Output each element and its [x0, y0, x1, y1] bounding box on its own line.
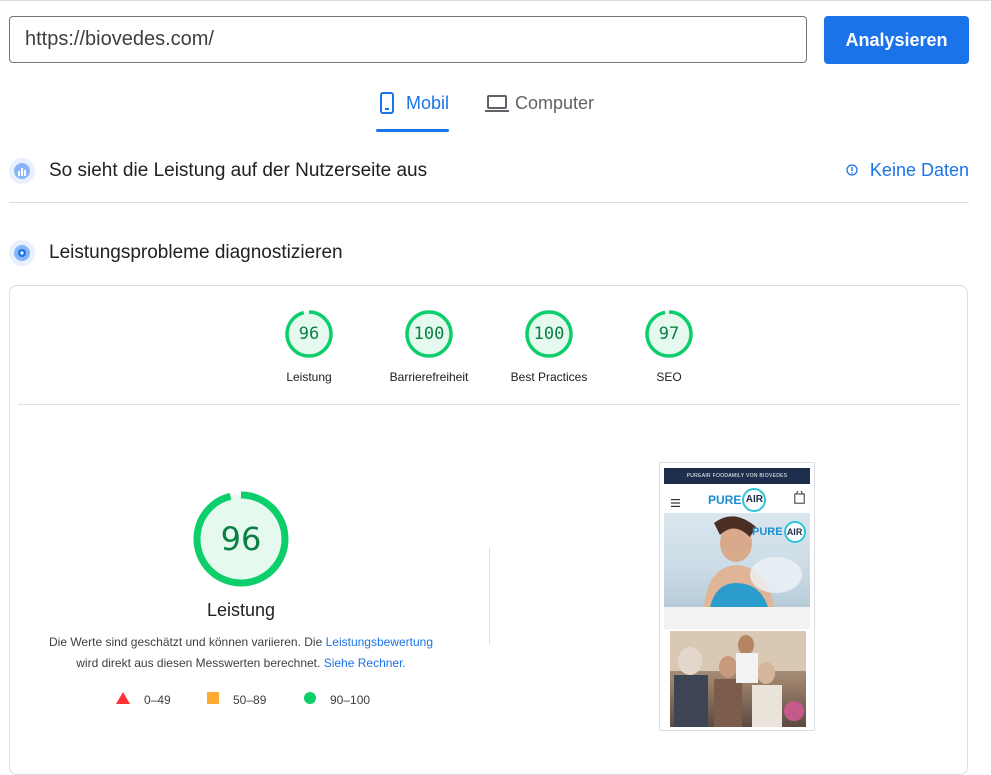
field-data-header: So sieht die Leistung auf der Nutzerseit… — [9, 156, 969, 186]
lab-data-header: Leistungsprobleme diagnostizieren — [9, 238, 969, 268]
performance-description: Die Werte sind geschätzt und können vari… — [36, 632, 446, 674]
legend-pass: 90–100 — [304, 692, 370, 707]
desc-text-1: Die Werte sind geschätzt und können vari… — [48, 635, 323, 649]
gauge-score: 97 — [658, 324, 680, 344]
url-input[interactable] — [9, 16, 807, 63]
gauge-label: Best Practices — [510, 370, 588, 384]
tab-desktop-label: Computer — [515, 93, 595, 113]
triangle-icon — [116, 692, 130, 707]
legend-average: 50–89 — [207, 692, 266, 707]
gauge-ring: 96 — [285, 310, 333, 358]
gauge-ring: 97 — [645, 310, 693, 358]
gauge-ring: 100 — [525, 310, 573, 358]
hamburger-icon — [671, 494, 680, 512]
section-divider — [9, 202, 969, 203]
field-data-title: So sieht die Leistung auf der Nutzerseit… — [49, 160, 428, 181]
pureair-logo: PURE AIR — [708, 488, 767, 512]
gauge-performance[interactable]: 96 Leistung — [249, 310, 369, 384]
cart-icon — [794, 490, 805, 509]
gauge-label: Barrierefreiheit — [389, 370, 469, 384]
no-data-label: Keine Daten — [869, 160, 969, 180]
legend-label: 0–49 — [144, 692, 171, 707]
smartphone-icon — [376, 92, 398, 114]
tab-desktop[interactable]: Computer — [485, 92, 594, 132]
gauge-score: 100 — [533, 324, 565, 344]
performance-score: 96 — [220, 520, 262, 558]
performance-score-link[interactable]: Leistungsbewertung — [326, 635, 433, 649]
info-icon — [846, 160, 858, 181]
performance-gauge-large: 96 — [192, 490, 290, 588]
square-icon — [207, 692, 219, 707]
lab-data-title: Leistungsprobleme diagnostizieren — [49, 242, 343, 263]
gauge-accessibility[interactable]: 100 Barrierefreiheit — [369, 310, 489, 384]
gauge-label: SEO — [656, 370, 682, 384]
users-chart-icon — [9, 158, 35, 184]
gauge-label: Leistung — [286, 370, 332, 384]
screenshot-spacer — [664, 607, 810, 629]
no-data-link[interactable]: Keine Daten — [846, 160, 969, 181]
laptop-icon — [485, 92, 509, 114]
top-border — [0, 0, 991, 1]
page-screenshot[interactable]: PUREAIR FOODAMILY VON BIOVEDES PURE AIR … — [659, 462, 815, 731]
card-divider — [18, 404, 960, 405]
hero-image: PURE AIR — [664, 513, 810, 607]
gauge-seo[interactable]: 97 SEO — [609, 310, 729, 384]
legend-label: 90–100 — [330, 692, 371, 707]
calculator-link[interactable]: Siehe Rechner. — [324, 656, 406, 670]
diagnose-icon — [9, 240, 35, 266]
gauge-best-practices[interactable]: 100 Best Practices — [489, 310, 609, 384]
performance-title: Leistung — [206, 600, 276, 620]
analyze-button[interactable]: Analysieren — [824, 16, 969, 64]
desc-text-2: wird direkt aus diesen Messwerten berech… — [76, 656, 321, 670]
tab-mobile[interactable]: Mobil — [376, 92, 450, 132]
tab-mobile-label: Mobil — [406, 93, 450, 113]
circle-icon — [304, 692, 316, 707]
screenshot-banner: PUREAIR FOODAMILY VON BIOVEDES — [664, 468, 810, 484]
gauge-score: 96 — [298, 324, 320, 344]
screenshot-nav: PURE AIR — [664, 485, 810, 513]
gauge-score: 100 — [413, 324, 445, 344]
gauge-ring: 100 — [405, 310, 453, 358]
vertical-separator — [489, 548, 490, 644]
hero-logo: PURE AIR — [752, 521, 806, 543]
legend-label: 50–89 — [233, 692, 267, 707]
legend-fail: 0–49 — [116, 692, 171, 707]
seniors-photo — [670, 631, 806, 727]
